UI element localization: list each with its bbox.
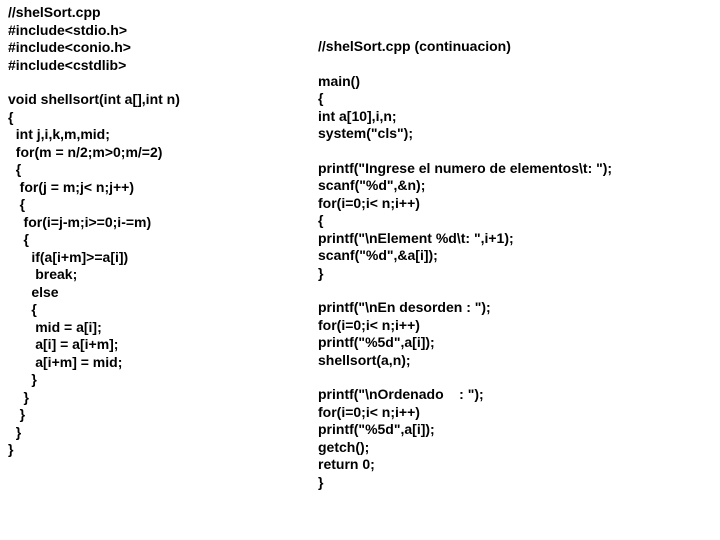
code-line: else <box>8 284 318 302</box>
code-line: printf("%5d",a[i]); <box>318 421 712 439</box>
code-line: } <box>318 265 712 283</box>
code-line: for(j = m;j< n;j++) <box>8 179 318 197</box>
code-line: { <box>318 212 712 230</box>
code-line: { <box>8 196 318 214</box>
code-line: #include<cstdlib> <box>8 57 318 75</box>
code-line: { <box>8 161 318 179</box>
code-line: printf("\nElement %d\t: ",i+1); <box>318 230 712 248</box>
code-line: scanf("%d",&n); <box>318 177 712 195</box>
code-line: { <box>8 231 318 249</box>
code-line: getch(); <box>318 439 712 457</box>
code-line: main() <box>318 73 712 91</box>
code-line: for(i=0;i< n;i++) <box>318 195 712 213</box>
code-line: mid = a[i]; <box>8 319 318 337</box>
code-line: } <box>8 389 318 407</box>
code-line: } <box>8 441 318 459</box>
code-line: for(i=j-m;i>=0;i-=m) <box>8 214 318 232</box>
code-line: { <box>8 109 318 127</box>
code-line: for(i=0;i< n;i++) <box>318 404 712 422</box>
code-line: a[i] = a[i+m]; <box>8 336 318 354</box>
code-line: printf("\nOrdenado : "); <box>318 386 712 404</box>
code-line <box>8 74 318 91</box>
left-code-column: //shelSort.cpp #include<stdio.h> #includ… <box>8 4 318 491</box>
code-line <box>318 56 712 73</box>
code-line: //shelSort.cpp <box>8 4 318 22</box>
code-line <box>318 143 712 160</box>
code-line: } <box>8 406 318 424</box>
code-line: printf("%5d",a[i]); <box>318 334 712 352</box>
code-line: int a[10],i,n; <box>318 108 712 126</box>
code-line <box>318 369 712 386</box>
code-line: shellsort(a,n); <box>318 352 712 370</box>
code-line: scanf("%d",&a[i]); <box>318 247 712 265</box>
code-line: printf("Ingrese el numero de elementos\t… <box>318 160 712 178</box>
code-line <box>318 282 712 299</box>
code-line: { <box>318 90 712 108</box>
code-line: #include<stdio.h> <box>8 22 318 40</box>
code-line: if(a[i+m]>=a[i]) <box>8 249 318 267</box>
code-document: //shelSort.cpp #include<stdio.h> #includ… <box>0 0 720 495</box>
code-line: int j,i,k,m,mid; <box>8 126 318 144</box>
code-line: #include<conio.h> <box>8 39 318 57</box>
code-line: } <box>8 424 318 442</box>
code-line: void shellsort(int a[],int n) <box>8 91 318 109</box>
code-line: return 0; <box>318 456 712 474</box>
right-code-column: //shelSort.cpp (continuacion) main() { i… <box>318 4 712 491</box>
code-line: } <box>318 474 712 492</box>
code-line <box>318 4 712 21</box>
code-line: for(i=0;i< n;i++) <box>318 317 712 335</box>
code-line: system("cls"); <box>318 125 712 143</box>
code-line: for(m = n/2;m>0;m/=2) <box>8 144 318 162</box>
code-line: { <box>8 301 318 319</box>
code-line: } <box>8 371 318 389</box>
code-line <box>318 21 712 38</box>
code-line: printf("\nEn desorden : "); <box>318 299 712 317</box>
code-line: break; <box>8 266 318 284</box>
code-line: //shelSort.cpp (continuacion) <box>318 38 712 56</box>
code-line: a[i+m] = mid; <box>8 354 318 372</box>
